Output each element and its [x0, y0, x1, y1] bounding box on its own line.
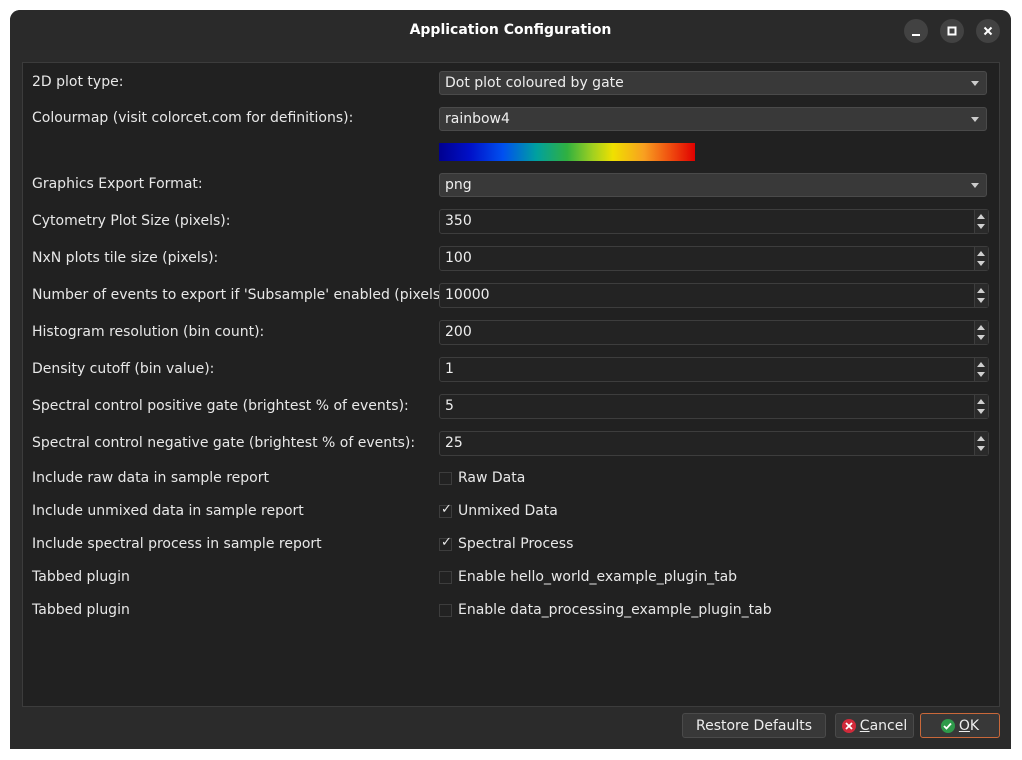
unmixed-data-label: Include unmixed data in sample report — [32, 503, 304, 519]
density-cutoff-label: Density cutoff (bin value): — [32, 361, 215, 377]
positive-gate-label: Spectral control positive gate (brightes… — [32, 398, 409, 414]
cancel-label: Cancel — [859, 717, 908, 734]
raw-data-checkbox[interactable] — [439, 472, 452, 485]
data-processing-plugin-checkbox[interactable] — [439, 604, 452, 617]
data-processing-plugin-checkbox-text[interactable]: Enable data_processing_example_plugin_ta… — [458, 601, 772, 619]
unmixed-data-checkbox[interactable]: ✓ — [439, 502, 452, 518]
tabbed-plugin-label: Tabbed plugin — [32, 602, 130, 618]
negative-gate-spinbox[interactable]: 25 — [439, 431, 989, 456]
colourmap-label: Colourmap (visit colorcet.com for defini… — [32, 110, 354, 126]
colourmap-select[interactable]: rainbow4 — [439, 107, 987, 131]
maximize-button[interactable] — [940, 19, 964, 43]
positive-gate-value: 5 — [445, 398, 454, 414]
checkmark-icon: ✓ — [441, 502, 452, 517]
negative-gate-label: Spectral control negative gate (brightes… — [32, 435, 416, 451]
histogram-res-spinbox[interactable]: 200 — [439, 320, 989, 345]
checkmark-icon — [940, 718, 955, 733]
raw-data-label: Include raw data in sample report — [32, 470, 269, 486]
spin-buttons[interactable] — [974, 432, 988, 455]
spin-up-icon[interactable] — [977, 436, 985, 441]
ok-label: OK — [958, 717, 980, 734]
hello-world-plugin-checkbox-text[interactable]: Enable hello_world_example_plugin_tab — [458, 568, 737, 586]
export-format-value: png — [445, 177, 472, 193]
hello-world-plugin-checkbox[interactable] — [439, 571, 452, 584]
spin-down-icon[interactable] — [977, 446, 985, 451]
positive-gate-spinbox[interactable]: 5 — [439, 394, 989, 419]
chevron-down-icon — [971, 117, 979, 122]
raw-data-checkbox-text[interactable]: Raw Data — [458, 469, 525, 487]
spin-down-icon[interactable] — [977, 224, 985, 229]
spin-down-icon[interactable] — [977, 409, 985, 414]
minimize-button[interactable] — [904, 19, 928, 43]
spin-buttons[interactable] — [974, 210, 988, 233]
spin-buttons[interactable] — [974, 395, 988, 418]
close-button[interactable] — [976, 19, 1000, 43]
spin-down-icon[interactable] — [977, 298, 985, 303]
plot-type-label: 2D plot type: — [32, 74, 124, 90]
negative-gate-value: 25 — [445, 435, 463, 451]
spin-up-icon[interactable] — [977, 399, 985, 404]
spin-up-icon[interactable] — [977, 288, 985, 293]
spectral-process-checkbox[interactable]: ✓ — [439, 535, 452, 551]
cancel-button[interactable]: Cancel — [835, 713, 914, 738]
titlebar[interactable]: Application Configuration — [10, 10, 1011, 50]
export-events-value: 10000 — [445, 287, 490, 303]
spin-buttons[interactable] — [974, 358, 988, 381]
spin-buttons[interactable] — [974, 247, 988, 270]
tile-size-value: 100 — [445, 250, 472, 266]
spin-up-icon[interactable] — [977, 251, 985, 256]
export-format-select[interactable]: png — [439, 173, 987, 197]
colourmap-preview — [439, 143, 695, 161]
density-cutoff-spinbox[interactable]: 1 — [439, 357, 989, 382]
restore-defaults-label: Restore Defaults — [695, 717, 813, 734]
plot-type-select[interactable]: Dot plot coloured by gate — [439, 71, 987, 95]
spin-down-icon[interactable] — [977, 372, 985, 377]
colourmap-value: rainbow4 — [445, 111, 510, 127]
tile-size-label: NxN plots tile size (pixels): — [32, 250, 219, 266]
chevron-down-icon — [971, 183, 979, 188]
spectral-process-label: Include spectral process in sample repor… — [32, 536, 322, 552]
close-icon — [983, 26, 993, 36]
plot-size-value: 350 — [445, 213, 472, 229]
restore-defaults-button[interactable]: Restore Defaults — [682, 713, 826, 738]
chevron-down-icon — [971, 81, 979, 86]
spectral-process-checkbox-text[interactable]: Spectral Process — [458, 535, 573, 553]
histogram-res-label: Histogram resolution (bin count): — [32, 324, 265, 340]
spin-up-icon[interactable] — [977, 362, 985, 367]
plot-size-label: Cytometry Plot Size (pixels): — [32, 213, 231, 229]
spin-up-icon[interactable] — [977, 325, 985, 330]
tile-size-spinbox[interactable]: 100 — [439, 246, 989, 271]
cancel-x-icon — [841, 718, 856, 733]
minimize-icon — [912, 34, 920, 36]
histogram-res-value: 200 — [445, 324, 472, 340]
spin-buttons[interactable] — [974, 284, 988, 307]
export-format-label: Graphics Export Format: — [32, 176, 203, 192]
spin-down-icon[interactable] — [977, 335, 985, 340]
spin-down-icon[interactable] — [977, 261, 985, 266]
window-title: Application Configuration — [409, 22, 612, 38]
checkmark-icon: ✓ — [441, 535, 452, 550]
export-events-spinbox[interactable]: 10000 — [439, 283, 989, 308]
tabbed-plugin-label: Tabbed plugin — [32, 569, 130, 585]
maximize-icon — [947, 26, 957, 36]
export-events-label: Number of events to export if 'Subsample… — [32, 287, 451, 303]
spin-up-icon[interactable] — [977, 214, 985, 219]
plot-type-value: Dot plot coloured by gate — [445, 75, 624, 91]
ok-button[interactable]: OK — [920, 713, 1000, 738]
spin-buttons[interactable] — [974, 321, 988, 344]
density-cutoff-value: 1 — [445, 361, 454, 377]
plot-size-spinbox[interactable]: 350 — [439, 209, 989, 234]
unmixed-data-checkbox-text[interactable]: Unmixed Data — [458, 502, 558, 520]
app-config-window: Application Configuration 2D plot type: … — [10, 10, 1011, 749]
